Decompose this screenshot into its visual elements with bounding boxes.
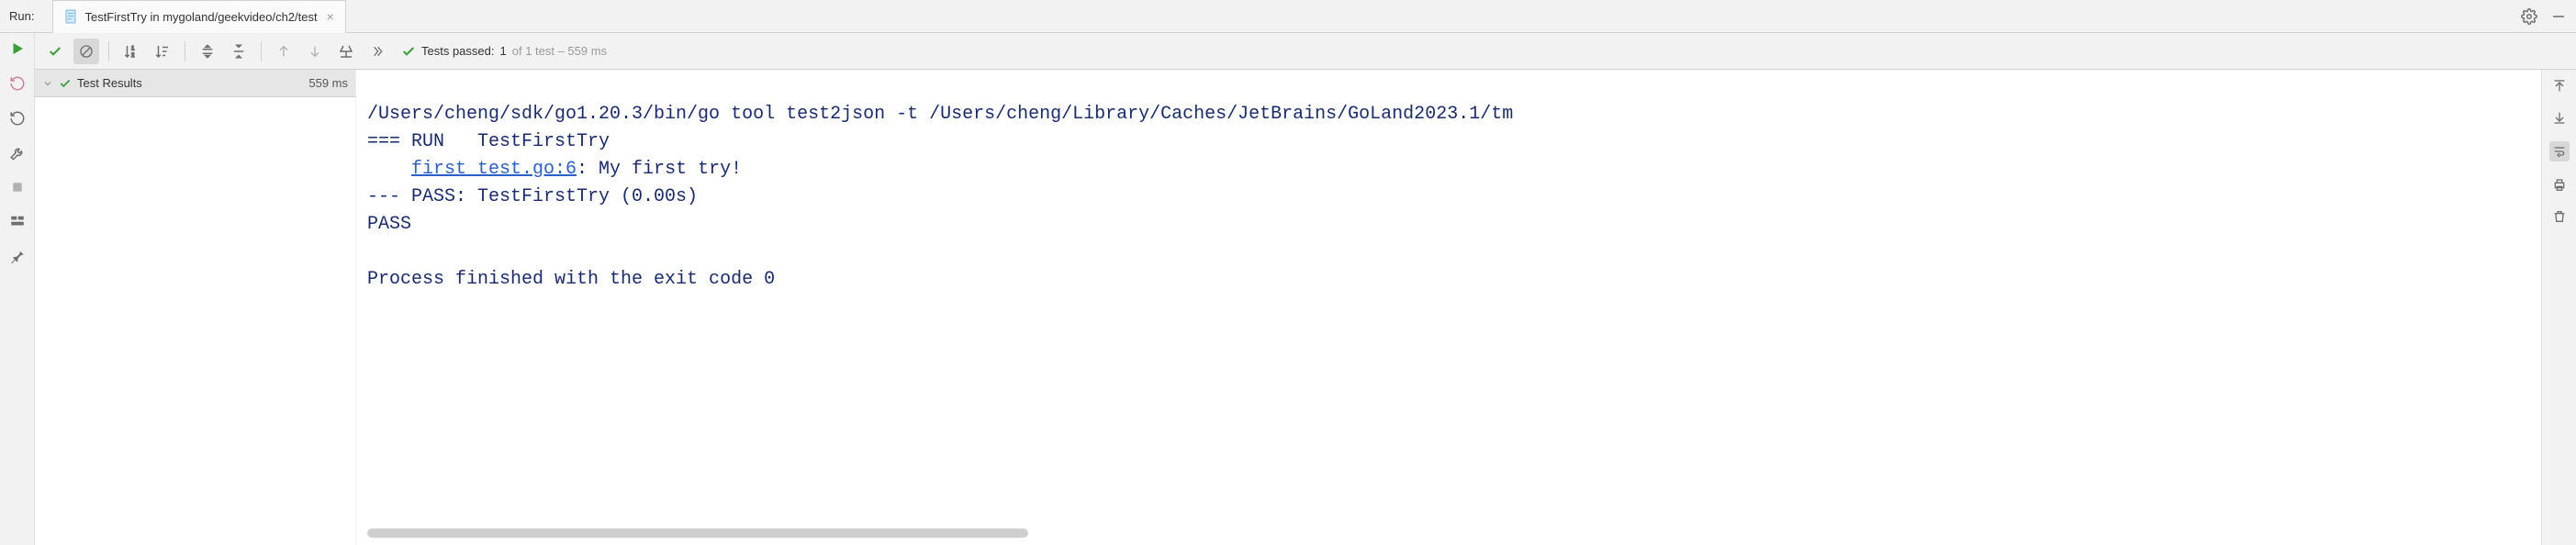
horizontal-scrollbar[interactable] <box>367 528 2530 538</box>
left-action-gutter <box>0 33 35 545</box>
console-line-rest: : My first try! <box>577 159 742 180</box>
wrench-icon[interactable] <box>9 145 26 161</box>
more-icon[interactable] <box>364 39 390 64</box>
print-icon[interactable] <box>2552 178 2567 193</box>
console-line: PASS <box>367 214 411 235</box>
stop-icon[interactable] <box>10 180 25 195</box>
rerun-failed-icon[interactable] <box>9 75 26 92</box>
run-configuration-tab[interactable]: TestFirstTry in mygoland/geekvideo/ch2/t… <box>52 0 345 33</box>
right-action-gutter <box>2541 70 2576 545</box>
pin-icon[interactable] <box>9 248 26 264</box>
layout-icon[interactable] <box>9 213 26 229</box>
tree-root-time: 559 ms <box>308 76 348 90</box>
minimize-icon[interactable] <box>2550 8 2567 25</box>
clear-icon[interactable] <box>2552 209 2567 224</box>
status-prefix: Tests passed: <box>421 44 495 58</box>
sort-by-duration-icon[interactable] <box>150 39 175 64</box>
console-line: Process finished with the exit code 0 <box>367 269 775 290</box>
status-passed-count: 1 <box>500 44 507 58</box>
collapse-all-icon[interactable] <box>226 39 252 64</box>
next-test-icon[interactable] <box>302 39 328 64</box>
gear-icon[interactable] <box>2521 8 2537 25</box>
svg-text:2: 2 <box>131 53 135 59</box>
console-line: --- PASS: TestFirstTry (0.00s) <box>367 186 698 207</box>
test-tree: Test Results 559 ms <box>35 70 356 545</box>
tree-root-label: Test Results <box>77 76 142 90</box>
scroll-up-icon[interactable] <box>2552 79 2567 94</box>
import-test-results-icon[interactable] <box>333 39 359 64</box>
svg-text:1: 1 <box>131 46 135 51</box>
test-tree-root[interactable]: Test Results 559 ms <box>35 70 355 97</box>
close-icon[interactable]: × <box>327 9 334 24</box>
expand-all-icon[interactable] <box>195 39 220 64</box>
show-passed-icon[interactable] <box>42 39 68 64</box>
check-icon <box>59 77 72 90</box>
prev-test-icon[interactable] <box>271 39 297 64</box>
show-ignored-icon[interactable] <box>73 39 99 64</box>
soft-wrap-icon[interactable] <box>2549 141 2570 161</box>
sort-alphabetically-icon[interactable]: 12 <box>118 39 144 64</box>
run-icon[interactable] <box>9 40 26 57</box>
run-tab-bar: Run: TestFirstTry in mygoland/geekvideo/… <box>0 0 2576 33</box>
console-line: === RUN TestFirstTry <box>367 131 610 152</box>
test-toolbar: 12 <box>35 33 2576 70</box>
toggle-auto-test-icon[interactable] <box>9 110 26 127</box>
console-file-link[interactable]: first_test.go:6 <box>411 159 577 180</box>
run-label: Run: <box>9 9 34 23</box>
test-status-text: Tests passed: 1 of 1 test – 559 ms <box>401 44 607 59</box>
chevron-down-icon <box>42 78 53 89</box>
go-file-icon <box>64 9 79 24</box>
console-output[interactable]: /Users/cheng/sdk/go1.20.3/bin/go tool te… <box>356 70 2541 545</box>
status-of-text: of 1 test – 559 ms <box>512 44 607 58</box>
tab-title: TestFirstTry in mygoland/geekvideo/ch2/t… <box>84 10 317 24</box>
console-line: /Users/cheng/sdk/go1.20.3/bin/go tool te… <box>367 104 1513 125</box>
scroll-down-icon[interactable] <box>2552 110 2567 125</box>
console-line-indent <box>367 159 411 180</box>
